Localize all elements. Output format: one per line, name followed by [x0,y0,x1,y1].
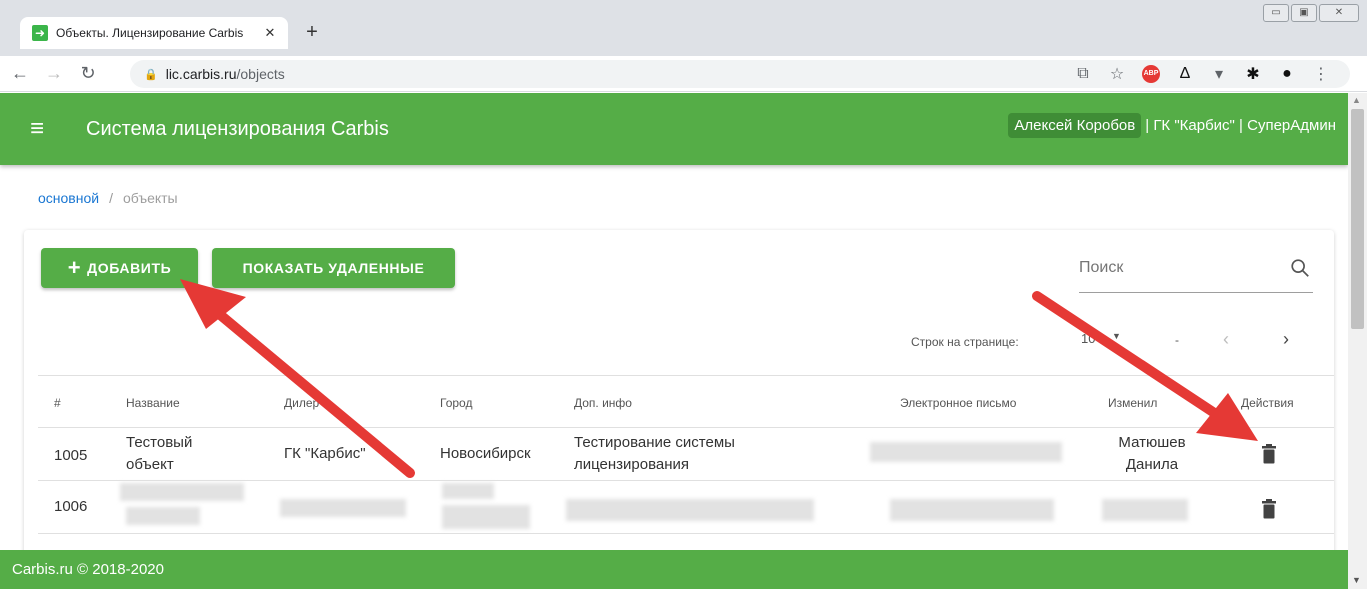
breadcrumb-root-link[interactable]: основной [38,190,99,206]
reload-icon[interactable]: ↻ [74,63,102,84]
col-dealer[interactable]: Дилер [284,396,319,410]
maximize-button[interactable]: ▣ [1291,4,1317,22]
redacted-name [120,483,244,501]
redacted-info [566,499,814,521]
footer: Carbis.ru © 2018-2020 [0,550,1348,589]
show-deleted-button[interactable]: ПОКАЗАТЬ УДАЛЕННЫЕ [212,248,455,288]
next-page-icon[interactable]: › [1283,329,1289,350]
back-icon[interactable]: ← [6,63,34,84]
scroll-down-icon[interactable]: ▼ [1352,575,1361,585]
delete-icon[interactable] [1262,444,1276,464]
row-info: Тестирование системы лицензирования [574,432,735,476]
browser-tab[interactable]: ➜ Объекты. Лицензирование Carbis ✕ [20,17,288,49]
row-info-line1: Тестирование системы [574,434,735,451]
redacted-name-2 [126,507,200,525]
delta-extension-icon[interactable]: Δ [1176,65,1194,83]
table-row[interactable]: 1005 Тестовый объект ГК "Карбис" Новосиби… [38,428,1334,481]
redacted-email [890,499,1054,521]
col-actions: Действия [1241,396,1294,410]
lock-icon: 🔒 [144,68,158,81]
redacted-city-2 [442,505,530,529]
col-changed[interactable]: Изменил [1108,396,1157,410]
rows-per-page-label: Строк на странице: [911,335,1019,349]
page-viewport: ≡ Система лицензирования Carbis Алексей … [0,93,1348,589]
objects-card: + ДОБАВИТЬ ПОКАЗАТЬ УДАЛЕННЫЕ Строк на с… [24,230,1334,589]
bookmark-star-icon[interactable]: ☆ [1108,64,1126,84]
scroll-up-icon[interactable]: ▲ [1352,95,1361,105]
page-range: - [1175,333,1179,347]
forward-icon[interactable]: → [40,63,68,84]
url-host: lic.carbis.ru [165,66,237,82]
breadcrumb-current: объекты [122,190,178,206]
objects-table: # Название Дилер Город Доп. инфо Электро… [38,375,1334,534]
close-window-button[interactable]: ✕ [1319,4,1359,22]
translate-icon[interactable]: ⧉ [1074,65,1092,83]
pagination: Строк на странице: 10 ▼ - ‹ › [24,327,1334,355]
add-button-label: ДОБАВИТЬ [87,260,172,276]
col-city[interactable]: Город [440,396,472,410]
row-changed-line1: Матюшев [1118,434,1186,451]
extension-icons: ⧉ ☆ ABP Δ ▾ ✱ ● ⋮ [1074,60,1330,88]
breadcrumb: основной / объекты [38,190,178,206]
row-name-line1: Тестовый [126,434,193,451]
scroll-thumb[interactable] [1351,109,1364,329]
plus-icon: + [67,255,82,280]
new-tab-button[interactable]: + [300,22,324,42]
col-email[interactable]: Электронное письмо [900,396,1016,410]
redacted-dealer [280,499,406,517]
breadcrumb-separator: / [109,190,113,206]
row-info-line2: лицензирования [574,456,690,473]
adblock-icon[interactable]: ABP [1142,65,1160,83]
pocket-icon[interactable]: ▾ [1210,64,1228,84]
browser-toolbar: ← → ↻ 🔒 lic.carbis.ru/objects ⧉ ☆ ABP Δ … [0,56,1367,92]
close-tab-icon[interactable]: ✕ [262,25,278,41]
search-input[interactable] [1079,259,1279,277]
table-header: # Название Дилер Город Доп. инфо Электро… [38,375,1334,428]
prev-page-icon[interactable]: ‹ [1223,329,1229,350]
redacted-changed [1102,499,1188,521]
window-controls: ▭ ▣ ✕ [1263,4,1359,22]
url-text: lic.carbis.ru/objects [166,66,285,82]
row-city: Новосибирск [440,445,531,462]
page-scrollbar[interactable]: ▲ ▼ [1348,93,1367,589]
row-id: 1005 [54,447,88,464]
url-path: /objects [236,66,285,82]
search-icon[interactable] [1289,257,1311,279]
search-field [1079,253,1313,293]
menu-kebab-icon[interactable]: ⋮ [1312,64,1330,84]
chevron-down-icon[interactable]: ▼ [1112,331,1121,341]
row-dealer: ГК "Карбис" [284,445,366,462]
user-info: Алексей Коробов | ГК "Карбис" | СуперАдм… [1008,113,1336,138]
redacted-city [442,483,494,499]
address-bar[interactable]: 🔒 lic.carbis.ru/objects ⧉ ☆ ABP Δ ▾ ✱ ● … [130,60,1350,88]
puzzle-extensions-icon[interactable]: ✱ [1244,64,1262,84]
table-row[interactable]: 1006 [38,481,1334,534]
app-title: Система лицензирования Carbis [86,117,389,140]
row-changed-line2: Данила [1125,456,1179,473]
browser-tab-bar: ➜ Объекты. Лицензирование Carbis ✕ + ▭ ▣… [0,0,1367,56]
app-header: ≡ Система лицензирования Carbis Алексей … [0,93,1348,165]
row-name: Тестовый объект [126,432,192,476]
tab-title: Объекты. Лицензирование Carbis [56,26,244,40]
col-id[interactable]: # [54,396,61,410]
user-org-role: | ГК "Карбис" | СуперАдмин [1145,117,1336,134]
col-info[interactable]: Доп. инфо [574,396,632,410]
minimize-button[interactable]: ▭ [1263,4,1289,22]
user-name-button[interactable]: Алексей Коробов [1008,113,1142,138]
redacted-email [870,442,1062,462]
row-id: 1006 [54,498,88,515]
delete-icon[interactable] [1262,499,1276,519]
row-name-line2: объект [126,456,174,473]
profile-icon[interactable]: ● [1278,65,1296,83]
row-changed: Матюшев Данила [1112,432,1192,476]
col-name[interactable]: Название [126,396,180,410]
site-favicon-icon: ➜ [32,25,48,41]
hamburger-menu-icon[interactable]: ≡ [24,115,50,143]
add-object-button[interactable]: + ДОБАВИТЬ [41,248,198,288]
